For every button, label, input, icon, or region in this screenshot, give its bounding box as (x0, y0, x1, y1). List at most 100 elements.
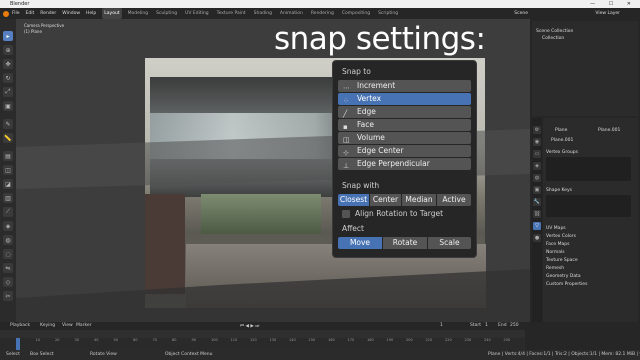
affect-rotate[interactable]: Rotate (383, 237, 427, 249)
spin-tool-icon[interactable]: ◍ (3, 235, 13, 245)
affect-move[interactable]: Move (338, 237, 382, 249)
outliner-row-collection[interactable]: Collection (542, 36, 564, 41)
menu-edit[interactable]: Edit (26, 8, 35, 19)
timeline-tick-label: 40 (94, 338, 99, 342)
menu-render[interactable]: Render (40, 8, 56, 19)
modifier-tab-icon[interactable]: 🔧 (533, 198, 541, 206)
knife-tool-icon[interactable]: ⟋ (3, 207, 13, 217)
move-tool-icon[interactable]: ✥ (3, 59, 13, 69)
outliner-row-scene-collection[interactable]: Scene Collection (536, 29, 573, 34)
snap-with-closest[interactable]: Closest (338, 194, 369, 206)
overlay-title: snap settings: (274, 21, 486, 57)
timeline-tick-label: 70 (152, 338, 157, 342)
panel-face-maps[interactable]: Face Maps (546, 242, 569, 247)
extrude-tool-icon[interactable]: ▤ (3, 151, 13, 161)
workspace-tab-compositing[interactable]: Compositing (340, 8, 372, 19)
scene-selector[interactable]: Scene (514, 8, 528, 19)
snap-option-edge-perpendicular[interactable]: ⊥ Edge Perpendicular (338, 158, 471, 170)
timeline-tick-label: 170 (347, 338, 355, 342)
scale-tool-icon[interactable]: ⤢ (3, 87, 13, 97)
loop-cut-tool-icon[interactable]: ▥ (3, 193, 13, 203)
inset-tool-icon[interactable]: ◫ (3, 165, 13, 175)
menu-file[interactable]: File (12, 8, 20, 19)
panel-uv-maps[interactable]: UV Maps (546, 226, 566, 231)
current-frame-field[interactable]: 1 (440, 323, 443, 328)
workspace-tab-animation[interactable]: Animation (278, 8, 305, 19)
menu-help[interactable]: Help (86, 8, 96, 19)
view-layer-selector[interactable]: View Layer (595, 8, 620, 19)
poly-build-tool-icon[interactable]: ◈ (3, 221, 13, 231)
trees-image (201, 194, 321, 234)
bevel-tool-icon[interactable]: ◪ (3, 179, 13, 189)
panel-vertex-colors[interactable]: Vertex Colors (546, 234, 576, 239)
output-tab-icon[interactable]: ▭ (533, 150, 541, 158)
timeline-menu-view[interactable]: View (62, 323, 73, 328)
align-rotation-checkbox[interactable] (342, 210, 350, 218)
snap-with-median[interactable]: Median (402, 194, 436, 206)
panel-remesh[interactable]: Remesh (546, 266, 564, 271)
start-frame-field[interactable]: 1 (485, 323, 488, 328)
shape-keys-list[interactable] (546, 195, 631, 217)
workspace-tab-scripting[interactable]: Scripting (376, 8, 400, 19)
panel-geometry-data[interactable]: Geometry Data (546, 274, 581, 279)
workspace-tab-uv-editing[interactable]: UV Editing (183, 8, 210, 19)
mesh-data-tab-icon[interactable]: ▽ (533, 222, 541, 230)
snap-option-face[interactable]: ▪ Face (338, 119, 471, 131)
transform-tool-icon[interactable]: ▣ (3, 101, 13, 111)
snap-option-vertex[interactable]: ⁘ Vertex (338, 93, 471, 105)
vertex-groups-list[interactable] (546, 157, 631, 181)
playback-controls[interactable]: ⏮ ◀ ▶ ⏭ (240, 323, 259, 329)
snap-option-edge[interactable]: ╱ Edge (338, 106, 471, 118)
outliner[interactable]: Scene Collection Collection (532, 21, 638, 116)
edge-slide-tool-icon[interactable]: ⇋ (3, 263, 13, 273)
panel-vertex-groups[interactable]: Vertex Groups (546, 150, 578, 155)
snap-option-edge-center[interactable]: ⊹ Edge Center (338, 145, 471, 157)
window-controls[interactable]: — ☐ ✕ (590, 0, 637, 8)
workspace-tab-modeling[interactable]: Modeling (126, 8, 150, 19)
panel-normals[interactable]: Normals (546, 250, 565, 255)
panel-texture-space[interactable]: Texture Space (546, 258, 578, 263)
annotate-tool-icon[interactable]: ✎ (3, 119, 13, 129)
timeline-menu-keying[interactable]: Keying (40, 323, 55, 328)
snap-with-active[interactable]: Active (437, 194, 471, 206)
menu-window[interactable]: Window (62, 8, 80, 19)
timeline-tick-label: 130 (269, 338, 277, 342)
mesh-name[interactable]: Plane.001 (598, 128, 620, 133)
mesh-data-field[interactable]: Plane.001 (551, 138, 573, 143)
workspace-tab-rendering[interactable]: Rendering (309, 8, 336, 19)
snap-option-volume[interactable]: ◫ Volume (338, 132, 471, 144)
measure-tool-icon[interactable]: 📏 (3, 133, 13, 143)
status-select-hint: Select (6, 352, 20, 357)
timeline-tick-label: 190 (386, 338, 394, 342)
snap-option-increment[interactable]: ⋯ Increment (338, 80, 471, 92)
constraint-tab-icon[interactable]: ⛓ (533, 210, 541, 218)
end-frame-field[interactable]: 250 (510, 323, 519, 328)
workspace-tab-sculpting[interactable]: Sculpting (154, 8, 179, 19)
timeline-tick-label: 20 (55, 338, 60, 342)
rip-tool-icon[interactable]: ✂ (3, 291, 13, 301)
panel-custom-properties[interactable]: Custom Properties (546, 282, 587, 287)
workspace-tab-texture-paint[interactable]: Texture Paint (215, 8, 248, 19)
select-box-tool-icon[interactable]: ▸ (3, 31, 13, 41)
3d-viewport[interactable]: Camera Perspective (1) Plane snap settin… (16, 19, 530, 322)
snap-with-center[interactable]: Center (370, 194, 401, 206)
workspace-tab-shading[interactable]: Shading (252, 8, 274, 19)
panel-shape-keys[interactable]: Shape Keys (546, 188, 572, 193)
blender-logo-icon[interactable] (3, 10, 9, 17)
shrink-tool-icon[interactable]: ◇ (3, 277, 13, 287)
rotate-tool-icon[interactable]: ↻ (3, 73, 13, 83)
timeline-menu-marker[interactable]: Marker (76, 323, 92, 328)
timeline-menu-playback[interactable]: Playback (10, 323, 30, 328)
world-tab-icon[interactable]: ◍ (533, 174, 541, 182)
tool-tab-icon[interactable]: ⚙ (533, 126, 541, 134)
affect-scale[interactable]: Scale (428, 237, 471, 249)
object-tab-icon[interactable]: ▣ (533, 186, 541, 194)
workspace-tab-layout[interactable]: Layout (102, 8, 122, 19)
timeline-tick-label: 120 (250, 338, 257, 342)
smooth-tool-icon[interactable]: ◌ (3, 249, 13, 259)
timeline-playhead[interactable] (16, 338, 20, 350)
scene-tab-icon[interactable]: ◈ (533, 162, 541, 170)
material-tab-icon[interactable]: ● (533, 234, 541, 242)
render-tab-icon[interactable]: ◉ (533, 138, 541, 146)
cursor-tool-icon[interactable]: ⊕ (3, 45, 13, 55)
